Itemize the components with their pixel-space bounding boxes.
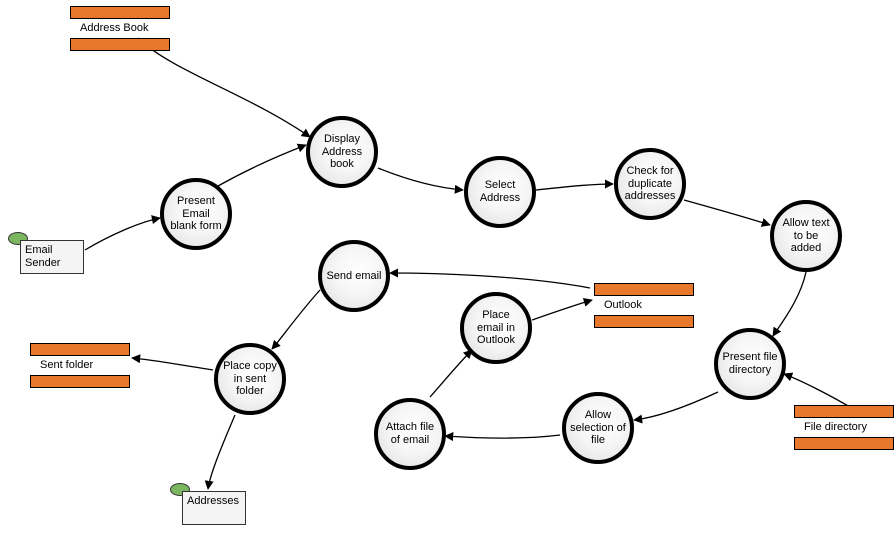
process-label: Present file directory — [722, 351, 778, 376]
process-allow-selection-of-file: Allow selection of file — [562, 392, 634, 464]
datastore-label: Address Book — [80, 22, 148, 34]
process-send-email: Send email — [318, 240, 390, 312]
entity-label: Addresses — [187, 495, 239, 507]
process-place-email-in-outlook: Place email in Outlook — [460, 292, 532, 364]
process-label: Attach file of email — [382, 421, 438, 446]
process-present-email-blank-form: Present Email blank form — [160, 178, 232, 250]
process-present-file-directory: Present file directory — [714, 328, 786, 400]
datastore-label: Outlook — [604, 299, 642, 311]
datastore-sent-folder: Sent folder — [30, 343, 130, 388]
datastore-label: File directory — [804, 421, 867, 433]
process-label: Allow selection of file — [570, 409, 626, 447]
edges-layer — [0, 0, 894, 535]
datastore-outlook: Outlook — [594, 283, 694, 328]
process-attach-file-of-email: Attach file of email — [374, 398, 446, 470]
process-label: Place copy in sent folder — [222, 360, 278, 398]
datastore-label: Sent folder — [40, 359, 93, 371]
process-label: Allow text to be added — [778, 217, 834, 255]
process-check-duplicate-addresses: Check for duplicate addresses — [614, 148, 686, 220]
datastore-address-book: Address Book — [70, 6, 170, 51]
diagram-canvas: Address Book Outlook File directory Sent… — [0, 0, 894, 535]
process-display-address-book: Display Address book — [306, 116, 378, 188]
external-entity-email-sender: Email Sender — [20, 240, 84, 274]
process-label: Display Address book — [314, 133, 370, 171]
external-entity-addresses: Addresses — [182, 491, 246, 525]
process-label: Send email — [326, 270, 381, 283]
process-allow-text-to-be-added: Allow text to be added — [770, 200, 842, 272]
datastore-file-directory: File directory — [794, 405, 894, 450]
process-place-copy-in-sent-folder: Place copy in sent folder — [214, 343, 286, 415]
process-label: Present Email blank form — [168, 195, 224, 233]
process-select-address: Select Address — [464, 156, 536, 228]
process-label: Place email in Outlook — [468, 309, 524, 347]
entity-label: Email Sender — [25, 244, 60, 269]
process-label: Select Address — [472, 179, 528, 204]
process-label: Check for duplicate addresses — [622, 165, 678, 203]
